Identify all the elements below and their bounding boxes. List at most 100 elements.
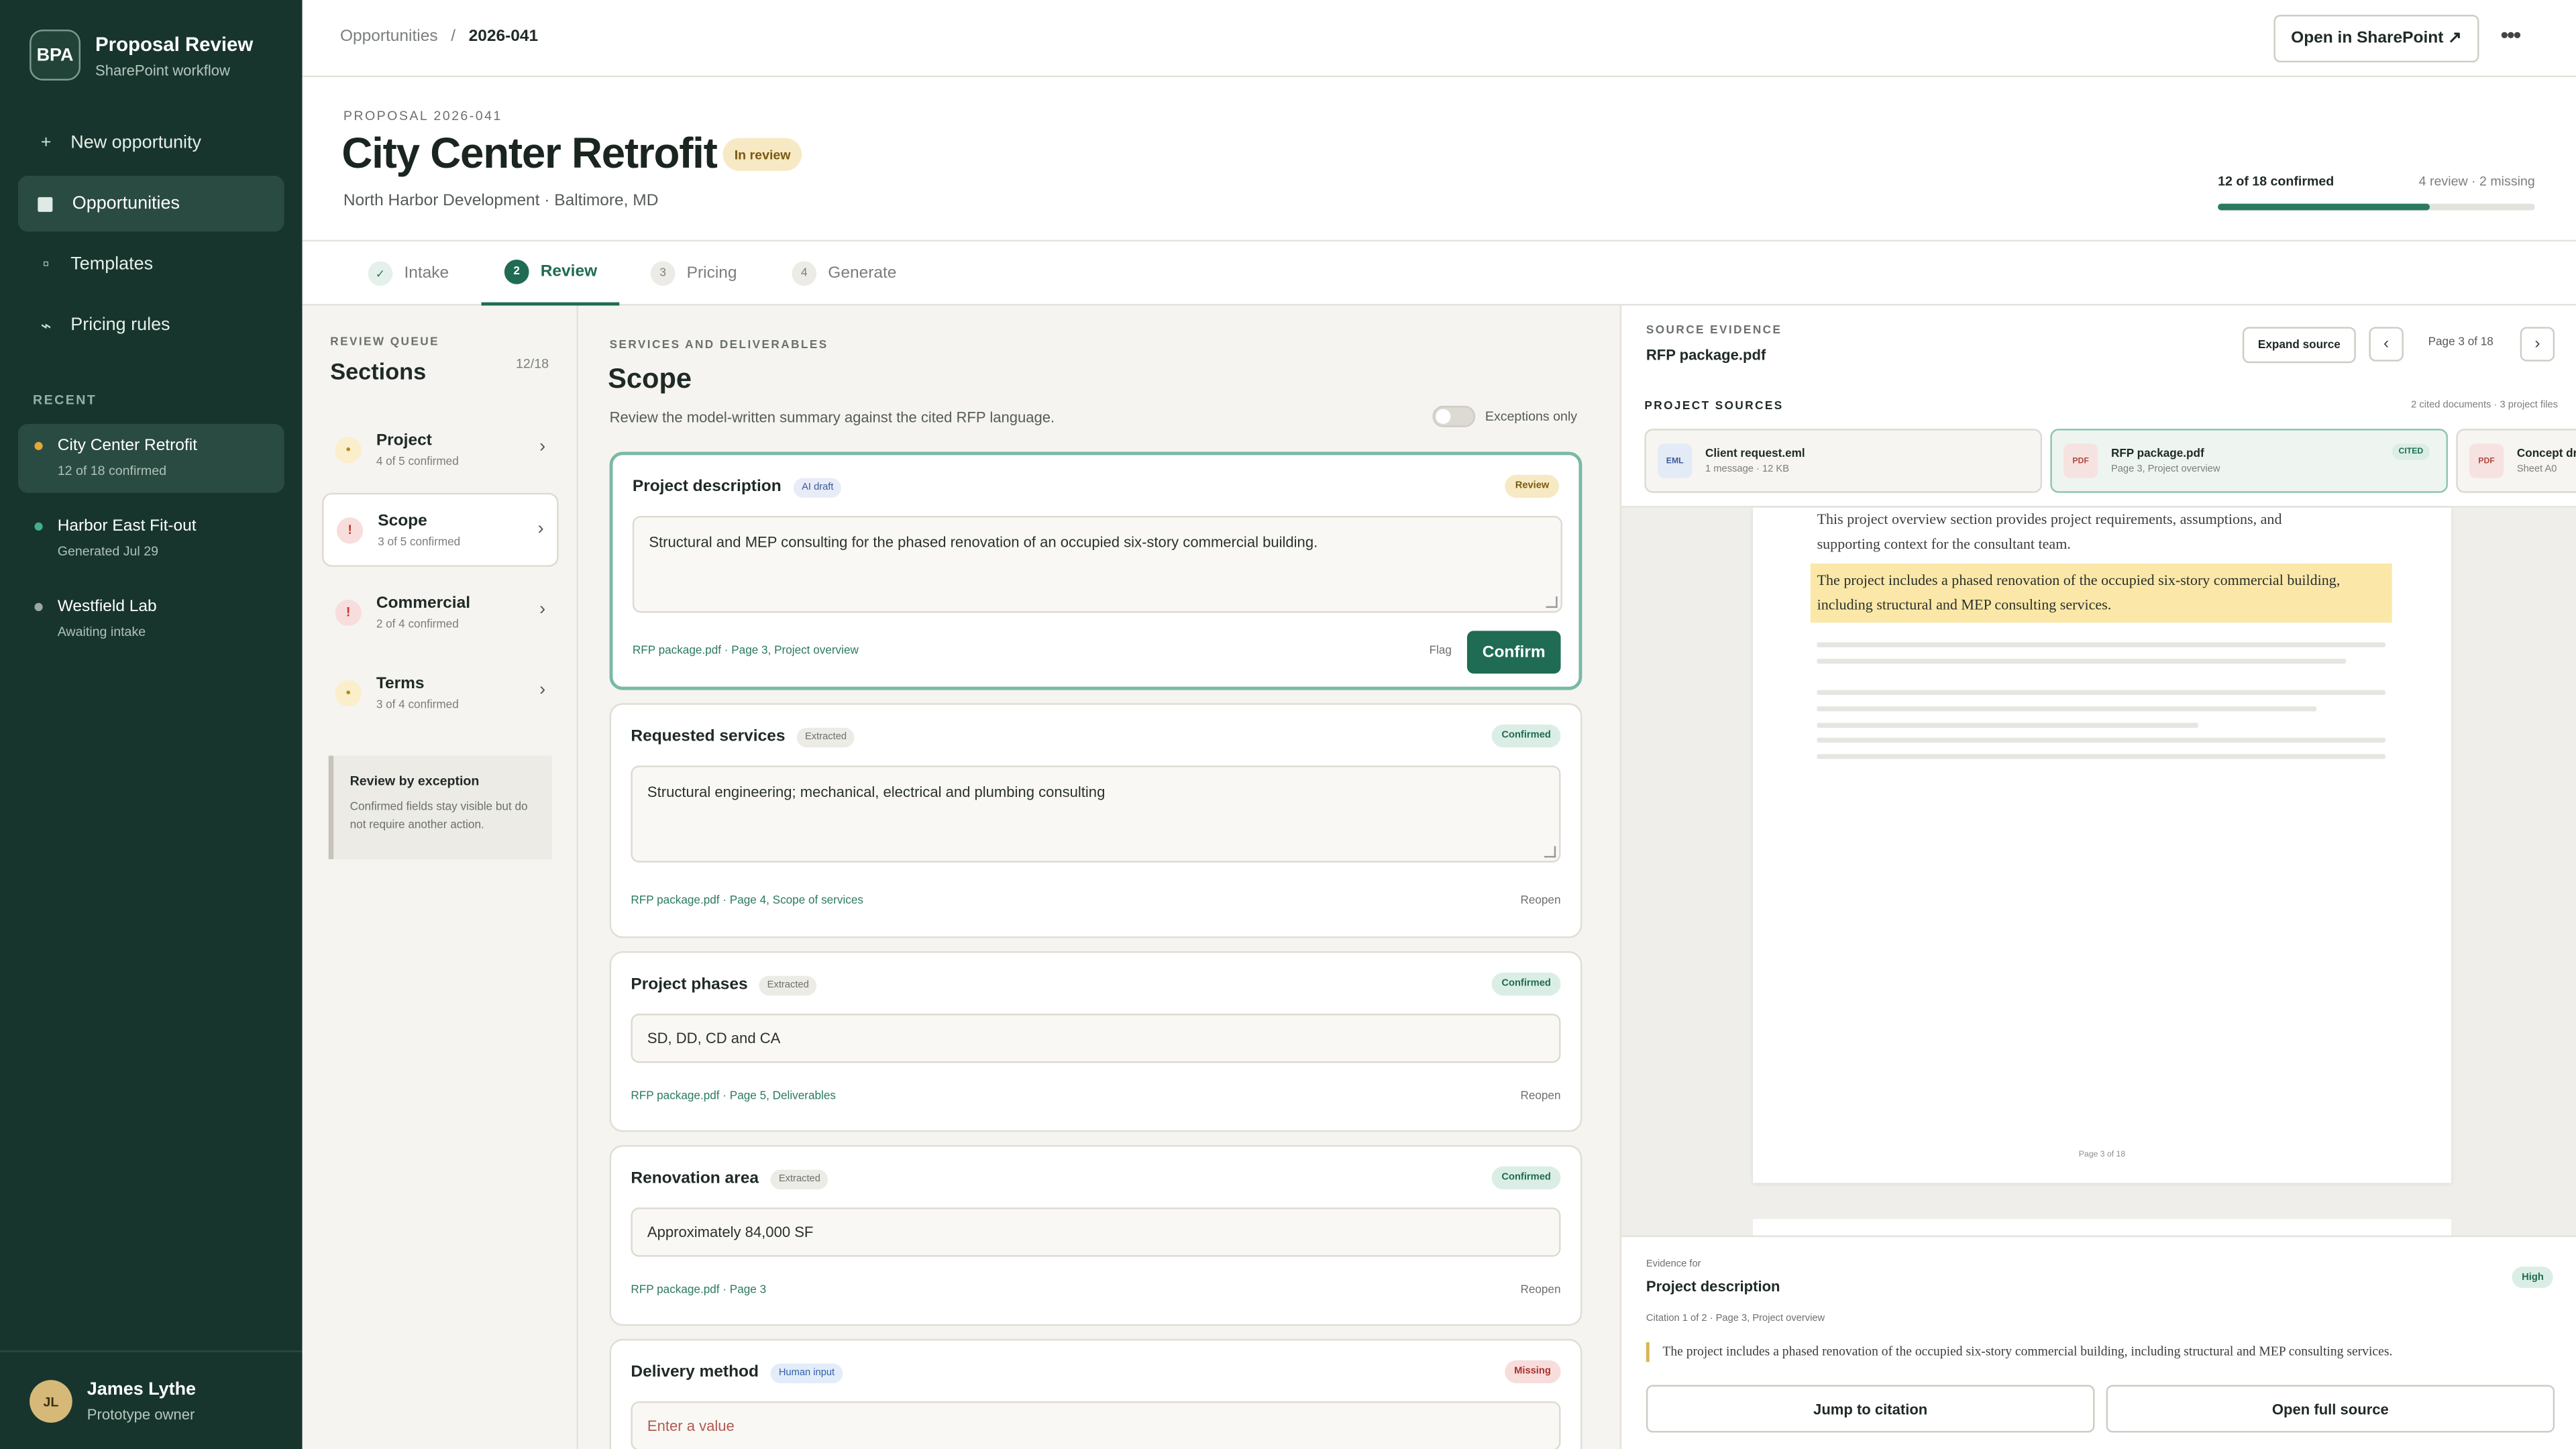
pdf-file-icon: PDF bbox=[2063, 443, 2098, 478]
requested-services-field[interactable]: Structural engineering; mechanical, elec… bbox=[631, 765, 1561, 863]
tab-label: Review bbox=[540, 262, 598, 281]
evidence-eyebrow: SOURCE EVIDENCE bbox=[1646, 325, 1782, 337]
workflow-tabs: ✓ Intake 2 Review 3 Pricing 4 Generate bbox=[302, 241, 2576, 306]
chevron-right-icon: › bbox=[537, 519, 544, 539]
breadcrumb-parent[interactable]: Opportunities bbox=[340, 28, 438, 46]
brand-title: Proposal Review bbox=[95, 32, 254, 56]
chevron-left-icon[interactable]: ‹ bbox=[2369, 327, 2404, 362]
source-card-client-request[interactable]: EML Client request.eml 1 message · 12 KB bbox=[1644, 429, 2043, 493]
nav-pricing-rules[interactable]: ⌁ Pricing rules bbox=[18, 297, 284, 353]
source-meta: 1 message · 12 KB bbox=[1705, 464, 1790, 474]
pending-icon: • bbox=[335, 436, 362, 463]
section-item-scope[interactable]: ! Scope 3 of 5 confirmed › bbox=[322, 492, 559, 567]
chevron-right-icon[interactable]: › bbox=[2520, 327, 2555, 362]
section-item-commercial[interactable]: ! Commercial 2 of 4 confirmed › bbox=[322, 575, 559, 649]
citation-link[interactable]: RFP package.pdf · Page 5, Deliverables bbox=[631, 1091, 836, 1102]
source-card-rfp-package[interactable]: PDF RFP package.pdf Page 3, Project overv… bbox=[2050, 429, 2448, 493]
tab-pricing[interactable]: 3 Pricing bbox=[650, 241, 737, 306]
text-line bbox=[1817, 722, 2198, 728]
reopen-button[interactable]: Reopen bbox=[1520, 1285, 1560, 1296]
confirm-button[interactable]: Confirm bbox=[1466, 631, 1561, 674]
note-title: Review by exception bbox=[350, 773, 480, 789]
field-title: Renovation area bbox=[631, 1169, 759, 1188]
text-line bbox=[1817, 659, 2347, 664]
text-line bbox=[1817, 690, 2385, 695]
recent-list: City Center Retrofit 12 of 18 confirmed … bbox=[17, 423, 284, 665]
proposal-header: PROPOSAL 2026-041 City Center Retrofit I… bbox=[302, 77, 2576, 242]
avatar: JL bbox=[30, 1380, 72, 1423]
alert-icon: ! bbox=[337, 517, 364, 543]
resize-handle-icon[interactable] bbox=[1546, 596, 1558, 608]
status-dot bbox=[34, 522, 43, 531]
section-progress: 3 of 5 confirmed bbox=[378, 536, 461, 548]
proposal-id: PROPOSAL 2026-041 bbox=[343, 108, 502, 123]
renovation-area-field[interactable]: Approximately 84,000 SF bbox=[631, 1208, 1561, 1257]
note-text: Confirmed fields stay visible but do not… bbox=[350, 802, 528, 832]
citation-link[interactable]: RFP package.pdf · Page 4, Scope of servi… bbox=[631, 896, 863, 907]
recent-title: City Center Retrofit bbox=[57, 437, 197, 455]
more-options-icon[interactable]: ••• bbox=[2500, 21, 2521, 48]
nav-opportunities[interactable]: Opportunities bbox=[17, 176, 284, 232]
resize-handle-icon[interactable] bbox=[1544, 846, 1556, 858]
recent-item[interactable]: Harbor East Fit-out Generated Jul 29 bbox=[18, 504, 284, 574]
open-sharepoint-button[interactable]: Open in SharePoint ↗ bbox=[2273, 15, 2479, 63]
exceptions-toggle[interactable] bbox=[1432, 405, 1476, 427]
source-name: Concept drawings.pdf bbox=[2516, 447, 2576, 460]
recent-item[interactable]: City Center Retrofit 12 of 18 confirmed bbox=[17, 423, 284, 493]
jump-to-citation-button[interactable]: Jump to citation bbox=[1646, 1385, 2095, 1433]
status-badge: Missing bbox=[1504, 1360, 1561, 1384]
status-badge: Confirmed bbox=[1491, 724, 1561, 748]
text-line bbox=[1817, 737, 2385, 743]
highlighted-citation[interactable]: The project includes a phased renovation… bbox=[1810, 564, 2392, 623]
tab-generate[interactable]: 4 Generate bbox=[792, 241, 896, 306]
queue-title: Sections bbox=[330, 358, 427, 385]
source-tag: Extracted bbox=[770, 1169, 829, 1190]
step-number: 3 bbox=[650, 261, 676, 286]
confidence-badge: High bbox=[2512, 1267, 2554, 1289]
project-phases-field[interactable]: SD, DD, CD and CA bbox=[631, 1014, 1561, 1063]
client-location: North Harbor Development · Baltimore, MD bbox=[343, 192, 659, 211]
pending-icon: • bbox=[335, 679, 362, 706]
tab-review[interactable]: 2 Review bbox=[481, 241, 621, 306]
source-card-concept-drawings[interactable]: PDF Concept drawings.pdf Sheet A0 bbox=[2456, 429, 2576, 493]
square-icon bbox=[38, 196, 53, 211]
reopen-button[interactable]: Reopen bbox=[1520, 896, 1560, 907]
citation-link[interactable]: RFP package.pdf · Page 3, Project overvi… bbox=[633, 645, 859, 657]
section-item-terms[interactable]: • Terms 3 of 4 confirmed › bbox=[322, 655, 559, 729]
brand[interactable]: BPA Proposal Review SharePoint workflow bbox=[30, 30, 254, 81]
field-value: SD, DD, CD and CA bbox=[647, 1030, 781, 1047]
field-card-project-phases: Project phases Extracted Confirmed SD, D… bbox=[609, 951, 1582, 1132]
delivery-method-input[interactable]: Enter a value bbox=[631, 1401, 1561, 1449]
document-intro: This project overview section provides p… bbox=[1817, 511, 2282, 551]
status-badge: Confirmed bbox=[1491, 1166, 1561, 1190]
nav-templates[interactable]: ▫ Templates bbox=[18, 237, 284, 292]
nav-label: Pricing rules bbox=[70, 315, 170, 335]
tab-intake[interactable]: ✓ Intake bbox=[368, 241, 449, 306]
section-item-project[interactable]: • Project 4 of 5 confirmed › bbox=[322, 413, 559, 486]
citation-quote: The project includes a phased renovation… bbox=[1646, 1342, 2550, 1362]
citation-link[interactable]: RFP package.pdf · Page 3 bbox=[631, 1285, 766, 1296]
project-description-field[interactable]: Structural and MEP consulting for the ph… bbox=[632, 515, 1562, 613]
expand-source-button[interactable]: Expand source bbox=[2242, 327, 2356, 364]
open-full-source-button[interactable]: Open full source bbox=[2106, 1385, 2555, 1433]
text-line bbox=[1817, 706, 2317, 712]
cited-badge: CITED bbox=[2392, 443, 2430, 460]
reopen-button[interactable]: Reopen bbox=[1520, 1091, 1560, 1102]
section-name: Terms bbox=[376, 674, 425, 693]
evidence-detail: Evidence for Project description High Ci… bbox=[1621, 1235, 2576, 1449]
chevron-right-icon: › bbox=[539, 437, 546, 457]
progress-bar bbox=[2218, 203, 2535, 211]
evidence-header: SOURCE EVIDENCE RFP package.pdf Expand s… bbox=[1621, 305, 2576, 385]
user-profile[interactable]: JL James Lythe Prototype owner bbox=[0, 1350, 303, 1449]
flag-button[interactable]: Flag bbox=[1430, 645, 1452, 657]
section-description: Review the model-written summary against… bbox=[609, 409, 1055, 426]
nav-new-opportunity[interactable]: + New opportunity bbox=[18, 115, 284, 170]
recent-item[interactable]: Westfield Lab Awaiting intake bbox=[18, 585, 284, 654]
section-name: Scope bbox=[378, 511, 427, 530]
evidence-field-title: Project description bbox=[1646, 1278, 1780, 1295]
exception-note: Review by exception Confirmed fields sta… bbox=[328, 755, 552, 859]
progress-label: 12 of 18 confirmed bbox=[2218, 174, 2334, 189]
citation-info: Citation 1 of 2 · Page 3, Project overvi… bbox=[1646, 1314, 1825, 1324]
project-sources: PROJECT SOURCES 2 cited documents · 3 pr… bbox=[1621, 384, 2576, 508]
page-title: City Center Retrofit bbox=[341, 128, 717, 178]
